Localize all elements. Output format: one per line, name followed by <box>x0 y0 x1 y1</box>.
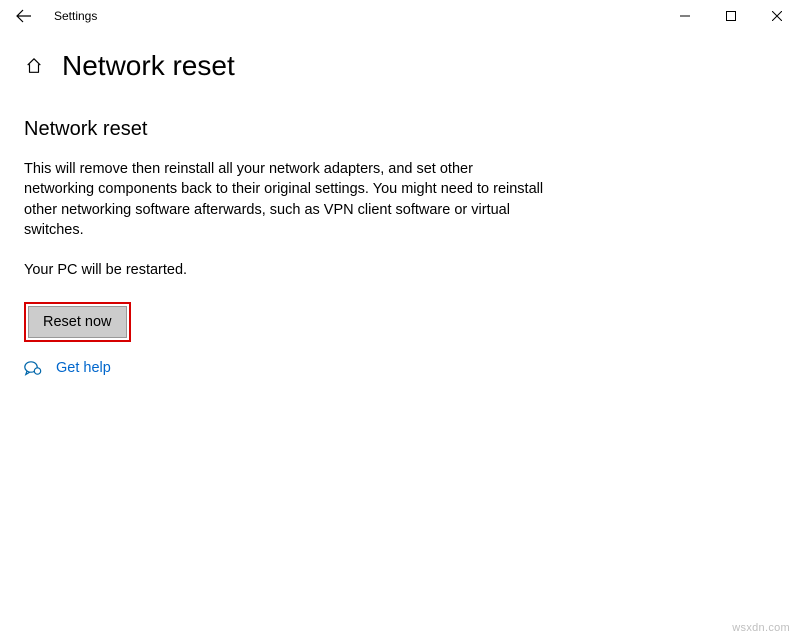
app-title: Settings <box>54 9 97 23</box>
back-button[interactable] <box>8 0 40 32</box>
restart-note: Your PC will be restarted. <box>24 262 616 278</box>
home-icon-svg <box>25 57 43 75</box>
content-area: Network reset This will remove then rein… <box>0 82 640 376</box>
titlebar: Settings <box>0 0 800 32</box>
minimize-button[interactable] <box>662 0 708 32</box>
get-help-icon <box>24 360 42 376</box>
watermark: wsxdn.com <box>732 622 790 634</box>
page-header: Network reset <box>0 32 800 82</box>
close-icon <box>772 11 782 21</box>
page-title: Network reset <box>62 50 235 82</box>
maximize-button[interactable] <box>708 0 754 32</box>
reset-now-button[interactable]: Reset now <box>28 306 127 338</box>
close-button[interactable] <box>754 0 800 32</box>
get-help-link[interactable]: Get help <box>56 360 111 376</box>
section-title: Network reset <box>24 118 616 141</box>
home-icon[interactable] <box>24 56 44 76</box>
maximize-icon <box>726 11 736 21</box>
back-arrow-icon <box>16 8 32 24</box>
window-controls <box>662 0 800 32</box>
get-help-row: Get help <box>24 360 616 376</box>
reset-button-highlight: Reset now <box>24 302 131 342</box>
description-text: This will remove then reinstall all your… <box>24 159 544 240</box>
minimize-icon <box>680 11 690 21</box>
